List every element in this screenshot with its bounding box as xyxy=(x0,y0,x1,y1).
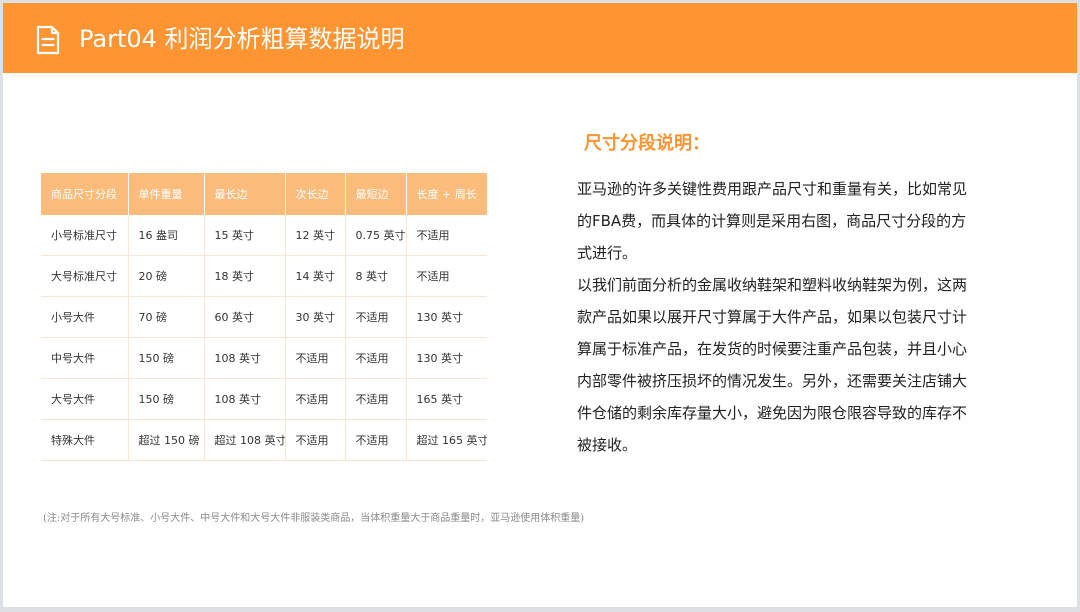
table-cell: 大号标准尺寸 xyxy=(41,255,129,297)
table-cell: 不适用 xyxy=(285,378,346,420)
section-heading: 尺寸分段说明： xyxy=(584,133,710,154)
table-cell: 大号大件 xyxy=(41,378,129,420)
table-cell: 108 英寸 xyxy=(204,378,286,420)
column-header: 长度 + 周长 xyxy=(406,173,487,215)
table-cell: 不适用 xyxy=(285,337,346,379)
table-cell: 20 磅 xyxy=(128,255,205,297)
table-cell: 超过 165 英寸 xyxy=(406,419,487,461)
table-cell: 150 磅 xyxy=(128,337,205,379)
table-cell: 12 英寸 xyxy=(285,215,346,256)
paragraph: 以我们前面分析的金属收纳鞋架和塑料收纳鞋架为例，这两款产品如果以展开尺寸算属于大… xyxy=(577,276,968,454)
table-cell: 150 磅 xyxy=(128,378,205,420)
table-cell: 130 英寸 xyxy=(406,337,487,379)
table-cell: 不适用 xyxy=(345,296,407,338)
explanation-text: 亚马逊的许多关键性费用跟产品尺寸和重量有关，比如常见的FBA费，而具体的计算则是… xyxy=(577,173,969,461)
table-cell: 中号大件 xyxy=(41,337,129,379)
table-row: 大号标准尺寸 20 磅 18 英寸 14 英寸 8 英寸 不适用 xyxy=(41,255,487,297)
table-cell: 108 英寸 xyxy=(204,337,286,379)
table-cell: 不适用 xyxy=(345,419,407,461)
column-header: 单件重量 xyxy=(128,173,205,215)
size-tier-table: 商品尺寸分段 单件重量 最长边 次长边 最短边 长度 + 周长 小号标准尺寸 1… xyxy=(41,173,487,461)
table-cell: 8 英寸 xyxy=(345,255,407,297)
footnote: (注:对于所有大号标准、小号大件、中号大件和大号大件非服装类商品，当体积重量大于… xyxy=(43,513,585,524)
table-cell: 不适用 xyxy=(345,378,407,420)
table-row: 小号大件 70 磅 60 英寸 30 英寸 不适用 130 英寸 xyxy=(41,296,487,338)
table-cell: 超过 108 英寸 xyxy=(204,419,286,461)
column-header: 商品尺寸分段 xyxy=(41,173,129,215)
table-row: 特殊大件 超过 150 磅 超过 108 英寸 不适用 不适用 超过 165 英… xyxy=(41,419,487,461)
table-cell: 不适用 xyxy=(406,255,487,297)
table-cell: 不适用 xyxy=(345,337,407,379)
table-cell: 0.75 英寸 xyxy=(345,215,407,256)
table-cell: 70 磅 xyxy=(128,296,205,338)
table-cell: 特殊大件 xyxy=(41,419,129,461)
table-row: 小号标准尺寸 16 盎司 15 英寸 12 英寸 0.75 英寸 不适用 xyxy=(41,215,487,256)
table-cell: 60 英寸 xyxy=(204,296,286,338)
table-cell: 165 英寸 xyxy=(406,378,487,420)
column-header: 最长边 xyxy=(204,173,286,215)
table-cell: 30 英寸 xyxy=(285,296,346,338)
table-cell: 小号标准尺寸 xyxy=(41,215,129,256)
table-cell: 超过 150 磅 xyxy=(128,419,205,461)
paragraph: 亚马逊的许多关键性费用跟产品尺寸和重量有关，比如常见的FBA费，而具体的计算则是… xyxy=(577,180,968,262)
table-cell: 16 盎司 xyxy=(128,215,205,256)
column-header: 次长边 xyxy=(285,173,346,215)
column-header: 最短边 xyxy=(345,173,407,215)
table-cell: 14 英寸 xyxy=(285,255,346,297)
table-cell: 不适用 xyxy=(406,215,487,256)
slide: Part04 利润分析粗算数据说明 商品尺寸分段 单件重量 最长边 次长边 最短… xyxy=(3,3,1077,607)
table-cell: 不适用 xyxy=(285,419,346,461)
page-title: Part04 利润分析粗算数据说明 xyxy=(79,25,405,53)
table-row: 大号大件 150 磅 108 英寸 不适用 不适用 165 英寸 xyxy=(41,378,487,420)
document-icon xyxy=(36,25,60,55)
table-cell: 130 英寸 xyxy=(406,296,487,338)
table-cell: 15 英寸 xyxy=(204,215,286,256)
header-bar: Part04 利润分析粗算数据说明 xyxy=(3,3,1077,73)
table-cell: 小号大件 xyxy=(41,296,129,338)
table-cell: 18 英寸 xyxy=(204,255,286,297)
table-header-row: 商品尺寸分段 单件重量 最长边 次长边 最短边 长度 + 周长 xyxy=(41,173,487,215)
table-row: 中号大件 150 磅 108 英寸 不适用 不适用 130 英寸 xyxy=(41,337,487,379)
